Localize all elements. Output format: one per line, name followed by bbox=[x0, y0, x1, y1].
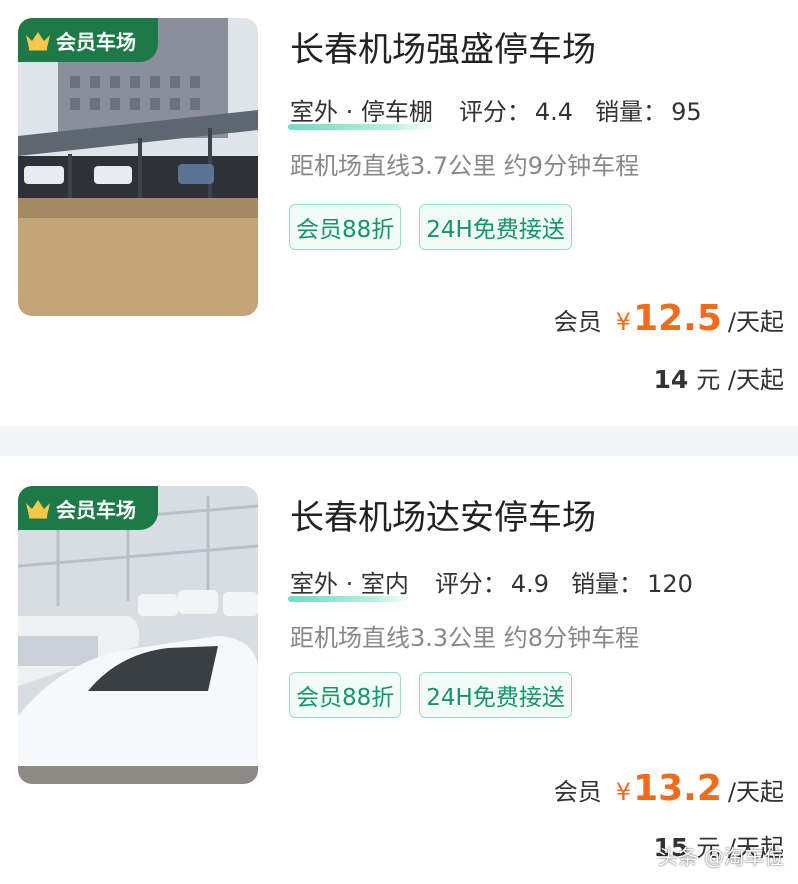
price-unit: /天起 bbox=[727, 308, 784, 336]
badge-label: 会员车场 bbox=[56, 29, 136, 54]
lot-type: 室外 · 室内 bbox=[288, 564, 411, 602]
lot-type-label: 室外 · 室内 bbox=[290, 570, 409, 598]
member-lot-badge: 会员车场 bbox=[18, 18, 158, 62]
shuttle-tag: 24H免费接送 bbox=[419, 204, 572, 250]
member-price-row: 会员 ¥ 12.5 /天起 bbox=[554, 298, 784, 339]
discount-tag: 会员88折 bbox=[289, 204, 402, 250]
feature-tags: 会员88折 24H免费接送 bbox=[289, 204, 590, 250]
lot-name[interactable]: 长春机场强盛停车场 bbox=[290, 22, 596, 71]
member-price-label: 会员 bbox=[553, 308, 602, 336]
lot-type: 室外 · 停车棚 bbox=[288, 92, 435, 130]
parking-shed-image bbox=[18, 18, 258, 316]
member-price-row: 会员 ¥ 13.2 /天起 bbox=[554, 768, 784, 809]
member-lot-badge: 会员车场 bbox=[18, 486, 158, 530]
rating-value: 4.4 bbox=[534, 98, 574, 126]
lot-name[interactable]: 长春机场达安停车场 bbox=[290, 490, 596, 539]
parking-lot-photo[interactable]: 会员车场 bbox=[18, 486, 258, 784]
sales-label: 销量： bbox=[571, 570, 644, 598]
feature-tags: 会员88折 24H免费接送 bbox=[289, 672, 590, 718]
price-unit: /天起 bbox=[727, 778, 784, 806]
listing-card[interactable]: 会员车场 长春机场强盛停车场 室外 · 停车棚 评分： 4.4 销量： 95 距… bbox=[0, 0, 798, 426]
currency-symbol: ¥ bbox=[615, 778, 632, 806]
rating-value: 4.9 bbox=[510, 570, 550, 598]
badge-label: 会员车场 bbox=[56, 497, 136, 522]
sales-value: 95 bbox=[671, 98, 702, 126]
member-price: 12.5 bbox=[633, 298, 722, 339]
currency-symbol: ¥ bbox=[615, 308, 632, 336]
original-price-unit: 元 /天起 bbox=[696, 366, 784, 394]
sales-label: 销量： bbox=[595, 98, 668, 126]
original-price-row: 14 元 /天起 bbox=[653, 360, 784, 395]
rating-label: 评分： bbox=[458, 98, 531, 126]
listing-card[interactable]: 会员车场 长春机场达安停车场 室外 · 室内 评分： 4.9 销量： 120 距… bbox=[0, 456, 798, 884]
lot-meta: 室外 · 室内 评分： 4.9 销量： 120 bbox=[288, 564, 693, 602]
sales-value: 120 bbox=[647, 570, 693, 598]
member-price-label: 会员 bbox=[553, 778, 602, 806]
distance-info: 距机场直线3.7公里 约9分钟车程 bbox=[290, 152, 640, 180]
lot-type-label: 室外 · 停车棚 bbox=[290, 98, 433, 126]
distance-info: 距机场直线3.3公里 约8分钟车程 bbox=[290, 624, 640, 652]
original-price: 14 bbox=[653, 365, 689, 394]
rating-label: 评分： bbox=[434, 570, 507, 598]
lot-meta: 室外 · 停车棚 评分： 4.4 销量： 95 bbox=[288, 92, 702, 130]
watermark: 头条 @淘车位 bbox=[657, 845, 784, 869]
parking-lot-photo[interactable]: 会员车场 bbox=[18, 18, 258, 316]
indoor-garage-image bbox=[18, 486, 258, 784]
shuttle-tag: 24H免费接送 bbox=[419, 672, 572, 718]
member-price: 13.2 bbox=[633, 768, 722, 809]
crown-icon bbox=[26, 500, 50, 519]
discount-tag: 会员88折 bbox=[289, 672, 402, 718]
crown-icon bbox=[26, 32, 50, 51]
